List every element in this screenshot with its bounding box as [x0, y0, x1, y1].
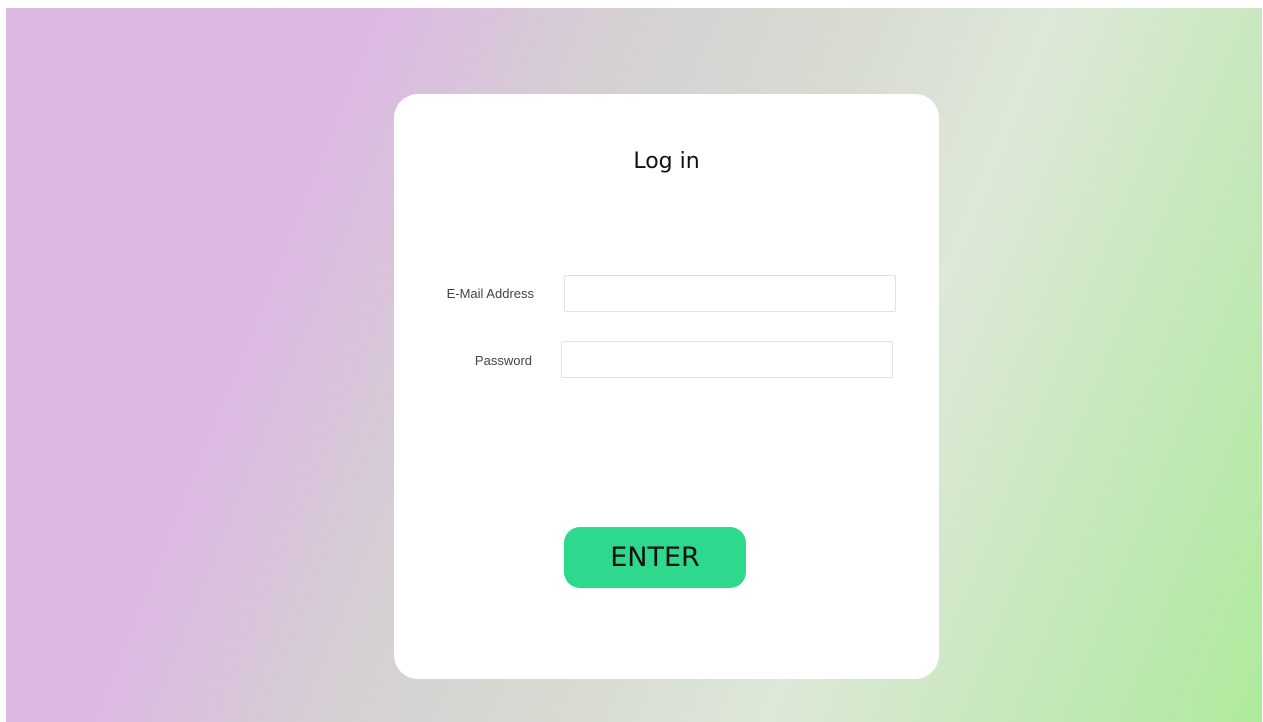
login-title: Log in [633, 149, 700, 174]
login-card: Log in E-Mail Address Password ENTER [394, 94, 939, 679]
enter-button[interactable]: ENTER [564, 527, 746, 588]
email-field[interactable] [564, 275, 896, 312]
password-label: Password [474, 353, 532, 368]
gradient-background: Log in E-Mail Address Password ENTER [6, 8, 1262, 722]
email-label: E-Mail Address [446, 286, 534, 301]
password-field[interactable] [561, 341, 893, 378]
